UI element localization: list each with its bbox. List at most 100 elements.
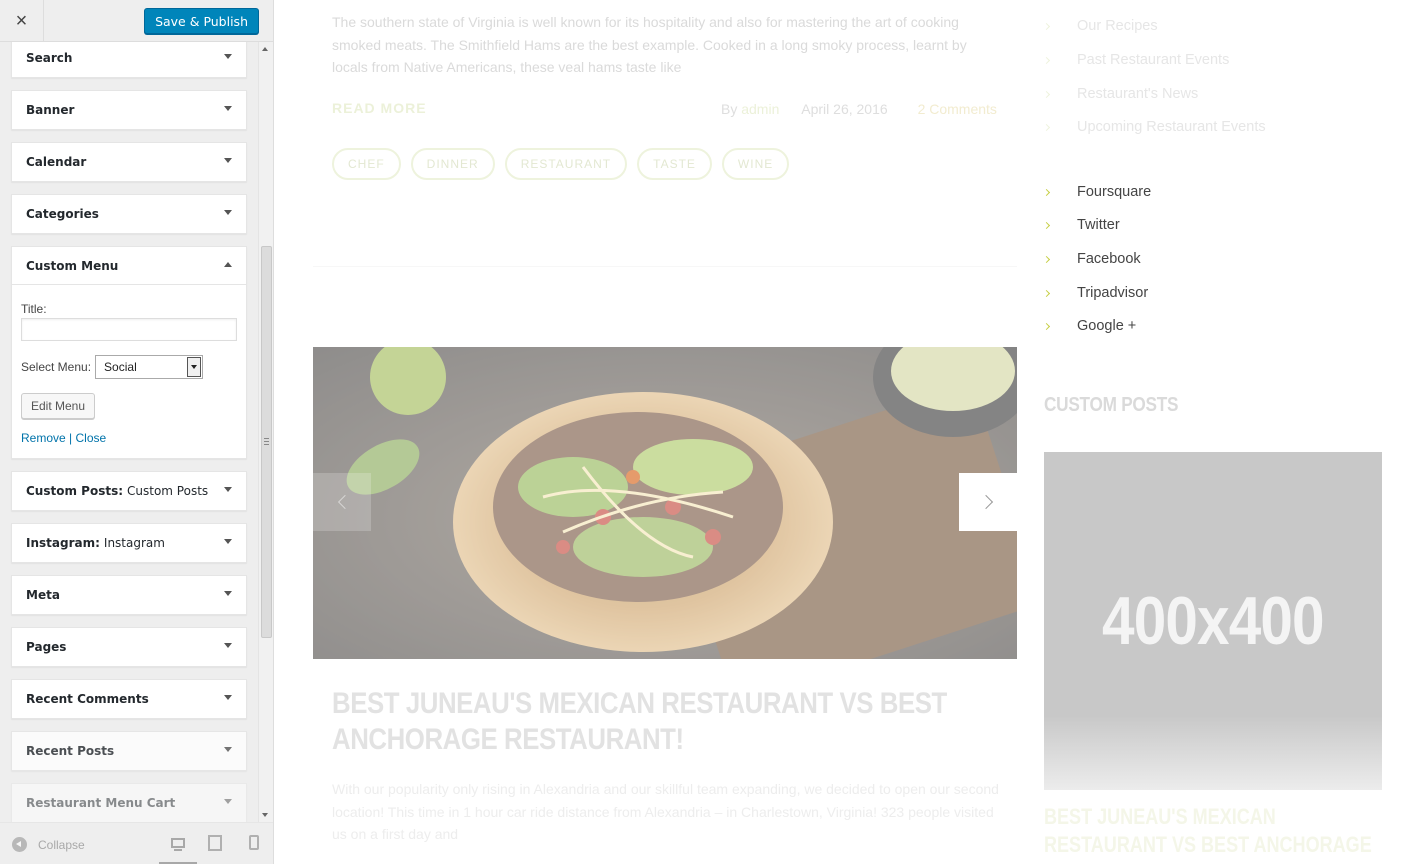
close-link[interactable]: Close xyxy=(76,431,107,445)
chevron-right-icon xyxy=(1042,221,1051,229)
chevron-right-icon xyxy=(1042,289,1051,297)
chevron-down-icon xyxy=(224,210,232,215)
remove-link[interactable]: Remove xyxy=(21,431,66,445)
scroll-down-icon[interactable] xyxy=(262,813,268,817)
chevron-right-icon xyxy=(978,494,993,510)
desktop-preview-icon[interactable] xyxy=(159,835,197,864)
chevron-right-icon xyxy=(1042,56,1051,64)
post-divider xyxy=(313,266,1017,267)
author-link[interactable]: admin xyxy=(741,101,779,117)
post-title[interactable]: BEST JUNEAU'S MEXICAN RESTAURANT VS BEST… xyxy=(332,686,1003,758)
widget-instagram[interactable]: Instagram: Instagram xyxy=(11,523,247,563)
post-date: April 26, 2016 xyxy=(801,101,888,117)
chevron-right-icon xyxy=(1042,188,1051,196)
widget-title[interactable]: Recent Posts xyxy=(12,732,246,770)
tag-wine[interactable]: WINE xyxy=(721,148,790,180)
customizer-sidebar: × Save & Publish Search Banner Calendar … xyxy=(0,0,274,864)
chevron-down-icon xyxy=(224,54,232,59)
widget-title[interactable]: Banner xyxy=(12,91,246,129)
widget-title[interactable]: Calendar xyxy=(12,143,246,181)
widget-custom-posts[interactable]: Custom Posts: Custom Posts xyxy=(11,471,247,511)
widget-title[interactable]: Meta xyxy=(12,576,246,614)
widget-title[interactable]: Restaurant Menu Cart xyxy=(12,784,246,822)
list-item[interactable]: Upcoming Restaurant Events xyxy=(1042,117,1266,137)
comments-link[interactable]: 2 Comments xyxy=(918,101,997,117)
tag-dinner[interactable]: DINNER xyxy=(410,148,495,180)
chevron-right-icon xyxy=(1042,123,1051,131)
separator: | xyxy=(69,431,73,445)
list-item[interactable]: Restaurant's News xyxy=(1042,84,1198,104)
chevron-right-icon xyxy=(1042,22,1051,30)
save-publish-button[interactable]: Save & Publish xyxy=(144,8,259,34)
collapse-button[interactable]: Collapse xyxy=(12,837,85,852)
chevron-down-icon xyxy=(224,591,232,596)
widget-recent-posts[interactable]: Recent Posts xyxy=(11,731,247,771)
scrollbar[interactable] xyxy=(258,42,273,822)
mobile-preview-icon[interactable] xyxy=(249,835,259,850)
widget-title[interactable]: Custom Menu xyxy=(12,247,246,285)
chevron-down-icon xyxy=(224,106,232,111)
chevron-right-icon xyxy=(1042,255,1051,263)
widget-title[interactable]: Pages xyxy=(12,628,246,666)
chevron-down-icon xyxy=(224,695,232,700)
social-item-foursquare[interactable]: Foursquare xyxy=(1042,182,1151,202)
widget-title[interactable]: Recent Comments xyxy=(12,680,246,718)
image-overlay xyxy=(313,347,1017,659)
title-label: Title: xyxy=(21,302,47,316)
tag-taste[interactable]: TASTE xyxy=(637,148,712,180)
chevron-right-icon xyxy=(1042,90,1051,98)
widget-restaurant-menu-cart[interactable]: Restaurant Menu Cart xyxy=(11,783,247,822)
edit-menu-button[interactable]: Edit Menu xyxy=(21,393,96,419)
scrollbar-thumb[interactable] xyxy=(261,246,272,638)
post-excerpt: The southern state of Virginia is well k… xyxy=(332,14,967,75)
chevron-left-icon xyxy=(337,494,352,510)
desktop-screen-shape xyxy=(171,838,185,848)
widget-banner[interactable]: Banner xyxy=(11,90,247,130)
collapse-icon xyxy=(12,837,27,852)
tag-list: CHEF DINNER RESTAURANT TASTE WINE xyxy=(332,148,799,180)
widget-recent-comments[interactable]: Recent Comments xyxy=(11,679,247,719)
widget-title[interactable]: Categories xyxy=(12,195,246,233)
widget-title[interactable]: Instagram: Instagram xyxy=(12,524,246,562)
select-menu-dropdown[interactable]: Social xyxy=(95,355,204,379)
social-item-twitter[interactable]: Twitter xyxy=(1042,215,1120,235)
tablet-preview-icon[interactable] xyxy=(208,835,222,851)
widget-title[interactable]: Custom Posts: Custom Posts xyxy=(12,472,246,510)
widget-meta[interactable]: Meta xyxy=(11,575,247,615)
custom-post-title[interactable]: BEST JUNEAU'S MEXICAN RESTAURANT VS BEST… xyxy=(1044,803,1372,864)
widget-search[interactable]: Search xyxy=(11,42,247,78)
custom-post-thumbnail[interactable]: 400x400 xyxy=(1044,452,1382,790)
chevron-up-icon xyxy=(224,262,232,267)
social-item-google-plus[interactable]: Google + xyxy=(1042,316,1136,336)
chevron-down-icon xyxy=(224,539,232,544)
scroll-up-icon[interactable] xyxy=(262,47,268,51)
widget-form: Title: Select Menu: Social Edit Menu Rem… xyxy=(12,302,246,445)
widget-calendar[interactable]: Calendar xyxy=(11,142,247,182)
chevron-down-icon xyxy=(224,643,232,648)
select-menu-label: Select Menu: xyxy=(21,360,92,374)
list-item[interactable]: Past Restaurant Events xyxy=(1042,50,1229,70)
tag-chef[interactable]: CHEF xyxy=(332,148,401,180)
title-input[interactable] xyxy=(21,318,237,341)
chevron-right-icon xyxy=(1042,322,1051,330)
chevron-down-icon xyxy=(224,487,232,492)
customizer-footer: Collapse xyxy=(0,822,273,864)
widget-title[interactable]: Search xyxy=(12,42,246,77)
site-preview: The southern state of Virginia is well k… xyxy=(274,0,1419,864)
placeholder-size-text: 400x400 xyxy=(1102,583,1325,659)
custom-posts-heading: CUSTOM POSTS xyxy=(1044,394,1179,416)
chevron-down-icon xyxy=(224,158,232,163)
close-icon[interactable]: × xyxy=(0,0,44,42)
widget-categories[interactable]: Categories xyxy=(11,194,247,234)
post-excerpt: With our popularity only rising in Alexa… xyxy=(332,781,999,842)
read-more-link[interactable]: READ MORE xyxy=(332,100,427,116)
social-item-facebook[interactable]: Facebook xyxy=(1042,249,1141,269)
social-item-tripadvisor[interactable]: Tripadvisor xyxy=(1042,283,1148,303)
tag-restaurant[interactable]: RESTAURANT xyxy=(504,148,628,180)
slider-next-button[interactable] xyxy=(959,473,1017,531)
slider-prev-button[interactable] xyxy=(313,473,371,531)
widget-pages[interactable]: Pages xyxy=(11,627,247,667)
post-meta: By admin April 26, 2016 2 Comments xyxy=(721,101,997,117)
list-item[interactable]: Our Recipes xyxy=(1042,16,1158,36)
widgets-panel: Search Banner Calendar Categories Custom… xyxy=(0,42,258,822)
